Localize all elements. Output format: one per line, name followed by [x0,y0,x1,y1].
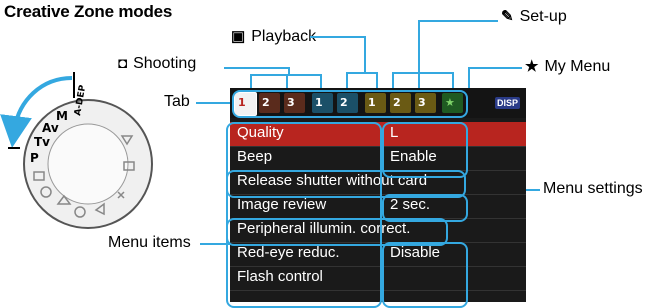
playback-icon: ▣ [231,28,246,45]
settings-outline-bottom [382,242,468,308]
playback-leader [310,36,366,38]
setup-leader [418,20,498,22]
star-icon: ★ [525,58,539,75]
menu-settings-callout-label: Menu settings [543,180,643,197]
playback-leader-v [364,36,366,74]
shooting-leader [224,67,290,69]
dial-mode-tv: Tv [34,135,50,149]
mymenu-callout: ★ My Menu [525,57,610,76]
playback-bracket [346,72,378,74]
setup-callout: ✎ Set-up [501,7,567,26]
tab-outline [232,90,468,118]
tab-leader [196,102,234,104]
mode-dial: A-DEP M Av Tv P [0,72,153,229]
setup-leader-v [418,20,420,74]
disp-button-icon: DISP [494,97,520,109]
page-title: Creative Zone modes [4,2,173,21]
tab-callout-label: Tab [164,93,190,110]
dial-mode-av: Av [42,121,59,135]
menu-items-outline [226,122,382,308]
playback-callout: ▣ Playback [231,27,316,46]
wrench-icon: ✎ [501,8,514,25]
lcd-screen: 1 2 3 1 2 1 2 3 ★ DISP Quality L Beep Enable Release… [226,88,526,308]
mymenu-label: My Menu [544,58,611,75]
mymenu-leader [468,67,522,69]
setup-bracket [392,72,454,74]
setup-label: Set-up [519,8,567,25]
dial-mode-p: P [30,151,39,165]
playback-label: Playback [251,28,317,45]
